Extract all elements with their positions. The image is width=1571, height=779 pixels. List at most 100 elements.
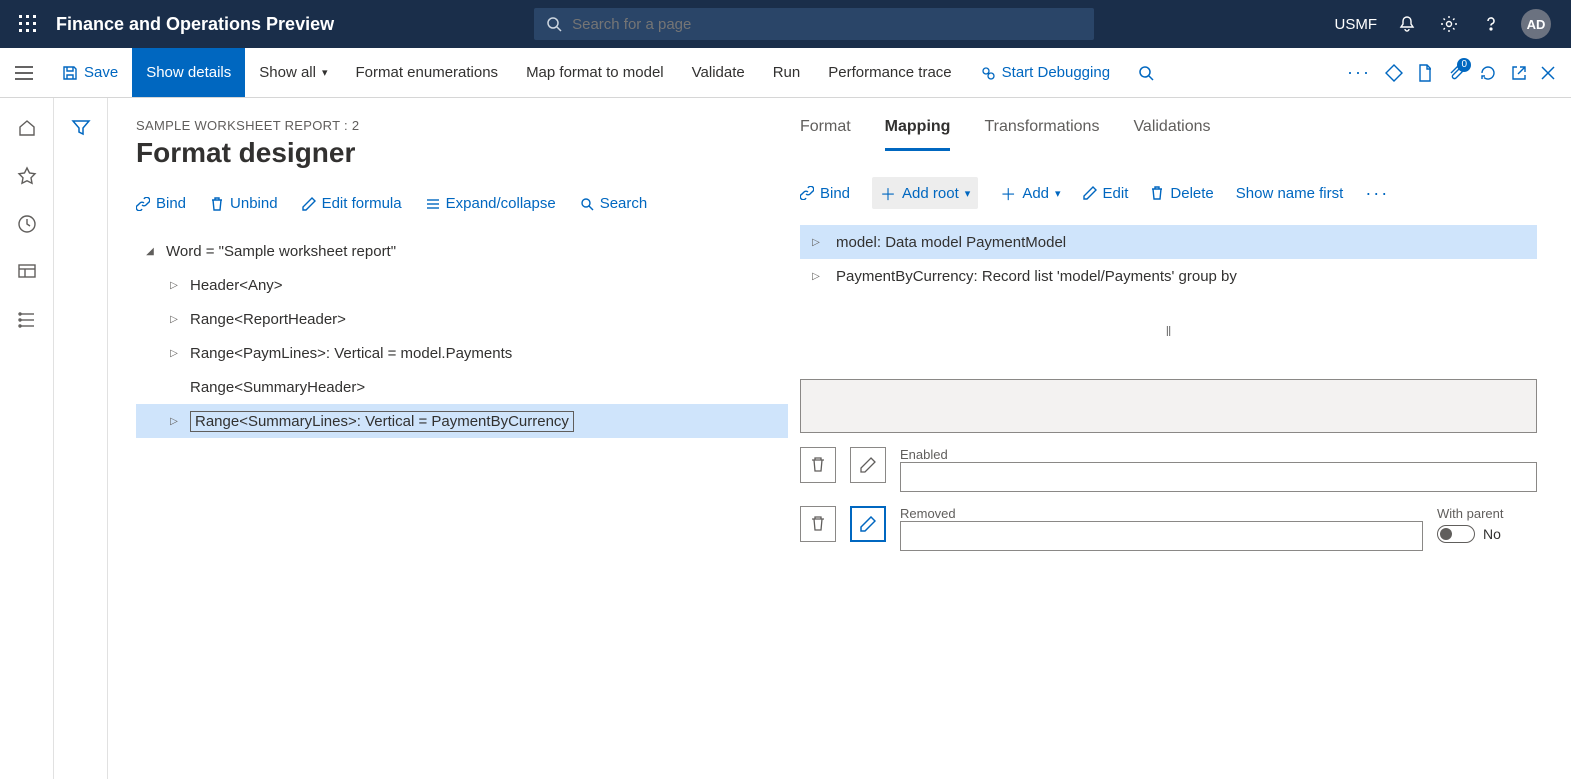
tree-node-summarylines[interactable]: ▷ Range<SummaryLines>: Vertical = Payment… bbox=[136, 404, 788, 438]
edit-button[interactable]: Edit bbox=[1083, 185, 1129, 202]
pencil-icon bbox=[302, 197, 316, 211]
left-pane: SAMPLE WORKSHEET REPORT : 2 Format desig… bbox=[108, 98, 788, 779]
expand-icon[interactable]: ▷ bbox=[166, 280, 182, 291]
main-content: SAMPLE WORKSHEET REPORT : 2 Format desig… bbox=[108, 98, 1571, 779]
close-icon[interactable] bbox=[1541, 66, 1555, 80]
bind-button[interactable]: Bind bbox=[136, 195, 186, 212]
splitter[interactable]: ‖ bbox=[800, 323, 1537, 339]
unbind-button[interactable]: Unbind bbox=[210, 195, 278, 212]
delete-removed-icon[interactable] bbox=[800, 506, 836, 542]
tab-format[interactable]: Format bbox=[800, 118, 851, 151]
popout-icon[interactable] bbox=[1511, 65, 1527, 81]
bind-button-right[interactable]: Bind bbox=[800, 185, 850, 202]
tree-root[interactable]: ◢Word = "Sample worksheet report" bbox=[136, 234, 788, 268]
validate-button[interactable]: Validate bbox=[678, 48, 759, 97]
left-toolbar: Bind Unbind Edit formula Expand/collapse… bbox=[136, 195, 788, 212]
expand-icon[interactable]: ▷ bbox=[166, 314, 182, 325]
home-icon[interactable] bbox=[17, 118, 37, 138]
page-title: Format designer bbox=[136, 137, 788, 169]
performance-trace-button[interactable]: Performance trace bbox=[814, 48, 965, 97]
search-button[interactable]: Search bbox=[580, 195, 648, 212]
chevron-down-icon: ▾ bbox=[965, 187, 971, 200]
modules-icon[interactable] bbox=[17, 310, 37, 330]
link-icon bbox=[800, 186, 814, 200]
expression-box[interactable] bbox=[800, 379, 1537, 433]
enabled-property-row: Enabled bbox=[800, 447, 1537, 492]
delete-button[interactable]: Delete bbox=[1150, 185, 1213, 202]
delete-enabled-icon[interactable] bbox=[800, 447, 836, 483]
tree-node-label: Range<PaymLines>: Vertical = model.Payme… bbox=[190, 345, 512, 362]
enabled-input[interactable] bbox=[900, 462, 1537, 492]
tree-node-label: Range<SummaryHeader> bbox=[190, 379, 365, 396]
attachment-icon[interactable] bbox=[1447, 64, 1465, 82]
help-icon[interactable] bbox=[1479, 12, 1503, 36]
workspace-icon[interactable] bbox=[17, 262, 37, 282]
show-all-button[interactable]: Show all ▾ bbox=[245, 48, 341, 97]
more-icon[interactable]: ··· bbox=[1347, 62, 1371, 83]
notification-icon[interactable] bbox=[1395, 12, 1419, 36]
breadcrumb: SAMPLE WORKSHEET REPORT : 2 bbox=[136, 118, 788, 133]
format-enumerations-button[interactable]: Format enumerations bbox=[342, 48, 513, 97]
mapping-row-paymentbycurrency[interactable]: ▷PaymentByCurrency: Record list 'model/P… bbox=[800, 259, 1537, 293]
clock-icon[interactable] bbox=[17, 214, 37, 234]
edit-formula-button[interactable]: Edit formula bbox=[302, 195, 402, 212]
expand-icon[interactable]: ▷ bbox=[808, 271, 824, 282]
expand-icon[interactable]: ▷ bbox=[166, 416, 182, 427]
with-parent-value: No bbox=[1483, 526, 1501, 542]
expand-icon[interactable]: ▷ bbox=[808, 237, 824, 248]
format-tree: ◢Word = "Sample worksheet report" ▷Heade… bbox=[136, 234, 788, 438]
with-parent-toggle[interactable] bbox=[1437, 525, 1475, 543]
document-icon[interactable] bbox=[1417, 64, 1433, 82]
actionbar-right-icons: ··· bbox=[1347, 48, 1571, 97]
filter-icon[interactable] bbox=[71, 118, 91, 779]
with-parent-label: With parent bbox=[1437, 506, 1537, 521]
filter-rail bbox=[54, 98, 108, 779]
edit-formula-label: Edit formula bbox=[322, 195, 402, 212]
body: SAMPLE WORKSHEET REPORT : 2 Format desig… bbox=[0, 98, 1571, 779]
tree-node-label: Range<SummaryLines>: Vertical = PaymentB… bbox=[190, 411, 574, 432]
show-all-label: Show all bbox=[259, 64, 316, 81]
hamburger-icon[interactable] bbox=[0, 48, 48, 97]
star-icon[interactable] bbox=[17, 166, 37, 186]
save-button[interactable]: Save bbox=[48, 48, 132, 97]
global-search[interactable] bbox=[534, 8, 1094, 40]
tree-node-summaryheader[interactable]: ▷Range<SummaryHeader> bbox=[136, 370, 788, 404]
chevron-down-icon: ▾ bbox=[322, 66, 328, 79]
tree-node-header[interactable]: ▷Header<Any> bbox=[136, 268, 788, 302]
tree-node-label: Range<ReportHeader> bbox=[190, 311, 346, 328]
expand-icon[interactable]: ▷ bbox=[166, 348, 182, 359]
edit-enabled-icon[interactable] bbox=[850, 447, 886, 483]
show-details-button[interactable]: Show details bbox=[132, 48, 245, 97]
collapse-icon[interactable]: ◢ bbox=[142, 246, 158, 257]
show-name-first-button[interactable]: Show name first bbox=[1236, 185, 1344, 202]
add-button[interactable]: ＋Add▾ bbox=[1000, 181, 1060, 205]
mapping-row-model[interactable]: ▷model: Data model PaymentModel bbox=[800, 225, 1537, 259]
tabs: Format Mapping Transformations Validatio… bbox=[800, 118, 1537, 151]
gear-icon[interactable] bbox=[1437, 12, 1461, 36]
refresh-icon[interactable] bbox=[1479, 64, 1497, 82]
tab-mapping[interactable]: Mapping bbox=[885, 118, 951, 151]
add-root-button[interactable]: ＋Add root▾ bbox=[872, 177, 978, 209]
removed-input[interactable] bbox=[900, 521, 1423, 551]
tab-validations[interactable]: Validations bbox=[1133, 118, 1210, 151]
search-icon bbox=[580, 197, 594, 211]
more-icon[interactable]: ··· bbox=[1365, 183, 1389, 204]
start-debugging-label: Start Debugging bbox=[1002, 64, 1110, 81]
company-label[interactable]: USMF bbox=[1335, 16, 1378, 33]
expand-collapse-button[interactable]: Expand/collapse bbox=[426, 195, 556, 212]
search-action-icon[interactable] bbox=[1124, 48, 1168, 97]
removed-label: Removed bbox=[900, 506, 1423, 521]
edit-removed-icon[interactable] bbox=[850, 506, 886, 542]
start-debugging-button[interactable]: Start Debugging bbox=[966, 48, 1124, 97]
debug-icon bbox=[980, 65, 996, 81]
avatar[interactable]: AD bbox=[1521, 9, 1551, 39]
global-search-input[interactable] bbox=[572, 16, 1082, 33]
map-format-button[interactable]: Map format to model bbox=[512, 48, 678, 97]
tree-node-paymlines[interactable]: ▷ Range<PaymLines>: Vertical = model.Paym… bbox=[136, 336, 788, 370]
run-button[interactable]: Run bbox=[759, 48, 815, 97]
app-launcher-icon[interactable] bbox=[8, 15, 48, 33]
tree-node-reportheader[interactable]: ▷ Range<ReportHeader> bbox=[136, 302, 788, 336]
splitter-handle-icon: ‖ bbox=[1166, 323, 1172, 339]
diamond-icon[interactable] bbox=[1385, 64, 1403, 82]
tab-transformations[interactable]: Transformations bbox=[984, 118, 1099, 151]
